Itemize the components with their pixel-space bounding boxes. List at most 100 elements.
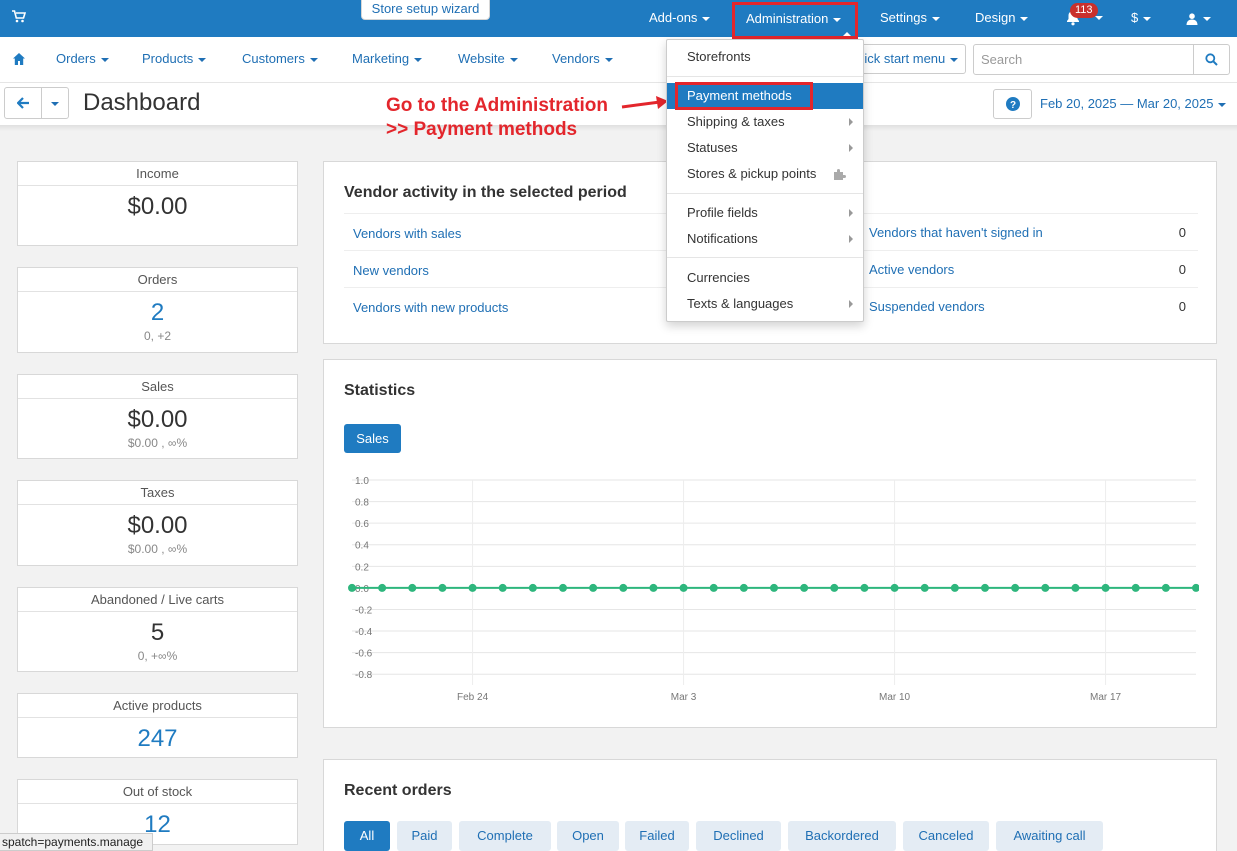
data-point [830,583,839,592]
nav-website[interactable]: Website [458,51,518,66]
design-menu[interactable]: Design [975,0,1029,37]
card-value[interactable]: 2 [18,299,297,327]
tab-open[interactable]: Open [557,821,619,851]
menu-item-profile-fields[interactable]: Profile fields [667,200,863,226]
chevron-down-icon [702,16,711,21]
settings-menu[interactable]: Settings [880,0,940,37]
addons-label: Add-ons [649,10,698,25]
menu-item-shipping-taxes[interactable]: Shipping & taxes [667,109,863,135]
vendor-count: 0 [1178,262,1186,277]
home-icon[interactable] [12,52,26,66]
vendors-with-new-products-link[interactable]: Vendors with new products [353,300,508,315]
vendors-not-signed-in-link[interactable]: Vendors that haven't signed in [869,225,1043,240]
svg-text:?: ? [1010,100,1016,111]
vendor-row-right: Vendors that haven't signed in 0 [867,213,1198,250]
search-button[interactable] [1193,44,1230,75]
history-dropdown-button[interactable] [41,87,69,119]
nav-customers[interactable]: Customers [242,51,318,66]
menu-item-notifications[interactable]: Notifications [667,226,863,252]
nav-marketing[interactable]: Marketing [352,51,423,66]
chevron-down-icon [414,57,423,62]
tab-paid[interactable]: Paid [397,821,452,851]
nav-vendors[interactable]: Vendors [552,51,613,66]
data-point [348,583,356,592]
user-menu[interactable] [1186,0,1211,37]
active-vendors-link[interactable]: Active vendors [869,262,954,277]
data-point [679,583,688,592]
browser-status-url: spatch=payments.manage [0,833,153,851]
chevron-down-icon [833,17,842,22]
y-tick-label: 0.6 [355,519,369,530]
nav-orders-label: Orders [56,51,96,66]
notification-badge: 113 [1070,3,1098,18]
y-tick-label: 0.4 [355,541,369,552]
menu-item-storefronts[interactable]: Storefronts [667,44,863,70]
menu-item-label: Currencies [687,270,750,285]
menu-item-texts-languages[interactable]: Texts & languages [667,291,863,317]
settings-label: Settings [880,10,927,25]
nav-orders[interactable]: Orders [56,51,109,66]
date-range-picker[interactable]: Feb 20, 2025 — Mar 20, 2025 [1040,96,1227,111]
chevron-right-icon [849,300,853,308]
chevron-down-icon [931,16,940,21]
data-point [920,583,929,592]
top-bar: Store setup wizard Add-ons Settings Desi… [0,0,1237,37]
card-label: Active products [18,694,297,718]
currency-label: $ [1131,10,1139,25]
data-point [1131,583,1140,592]
tab-complete[interactable]: Complete [459,821,551,851]
y-tick-label: 0.2 [355,562,369,573]
cart-icon[interactable] [12,10,27,26]
card-label: Income [18,162,297,186]
store-setup-wizard-button[interactable]: Store setup wizard [361,0,490,20]
carts-card: Abandoned / Live carts 5 0, +∞% [17,587,298,672]
annotation-line-2: >> Payment methods [386,119,578,140]
data-point [860,583,869,592]
menu-item-stores-pickup[interactable]: Stores & pickup points [667,161,863,187]
tab-declined[interactable]: Declined [696,821,781,851]
sales-line-chart: 1.0 0.8 0.6 0.4 0.2 0.0 -0.2 -0.4 -0.6 -0.8 Feb 24… [348,476,1199,703]
currency-menu[interactable]: $ [1131,0,1152,37]
card-value[interactable]: 247 [18,725,297,753]
data-point [800,583,809,592]
back-button[interactable] [4,87,42,119]
vendor-count: 0 [1178,299,1186,314]
chevron-right-icon [849,118,853,126]
tab-canceled[interactable]: Canceled [903,821,989,851]
administration-menu[interactable]: Administration [732,2,858,39]
tab-awaiting-call[interactable]: Awaiting call [996,821,1103,851]
arrow-left-icon [17,97,29,109]
vendor-row-right: Active vendors 0 [867,250,1198,287]
data-point [770,583,778,592]
y-tick-label: 1.0 [355,476,369,487]
header-shadow [0,125,1237,131]
dropdown-pointer [843,32,851,36]
suspended-vendors-link[interactable]: Suspended vendors [869,299,985,314]
chevron-down-icon [1095,16,1103,20]
y-tick-label: 0.8 [355,498,369,509]
tab-all[interactable]: All [344,821,390,851]
vendor-row-right: Suspended vendors 0 [867,287,1198,324]
vendors-with-sales-link[interactable]: Vendors with sales [353,226,461,241]
chevron-down-icon [509,57,518,62]
data-point [378,583,387,592]
nav-vendors-label: Vendors [552,51,600,66]
chevron-down-icon [604,57,613,62]
sales-chart-button[interactable]: Sales [344,424,401,453]
question-icon: ? [1006,97,1020,111]
tab-backordered[interactable]: Backordered [788,821,896,851]
data-point [438,583,447,592]
help-button[interactable]: ? [993,89,1032,119]
card-sub: $0.00 , ∞% [127,436,188,450]
menu-item-currencies[interactable]: Currencies [667,265,863,291]
menu-item-statuses[interactable]: Statuses [667,135,863,161]
data-point [589,583,598,592]
nav-products[interactable]: Products [142,51,207,66]
data-point [709,583,718,592]
chevron-down-icon [1203,16,1211,21]
search-input[interactable] [973,44,1194,75]
addons-menu[interactable]: Add-ons [649,0,711,37]
date-range-label: Feb 20, 2025 — Mar 20, 2025 [1040,96,1214,111]
tab-failed[interactable]: Failed [625,821,689,851]
new-vendors-link[interactable]: New vendors [353,263,429,278]
